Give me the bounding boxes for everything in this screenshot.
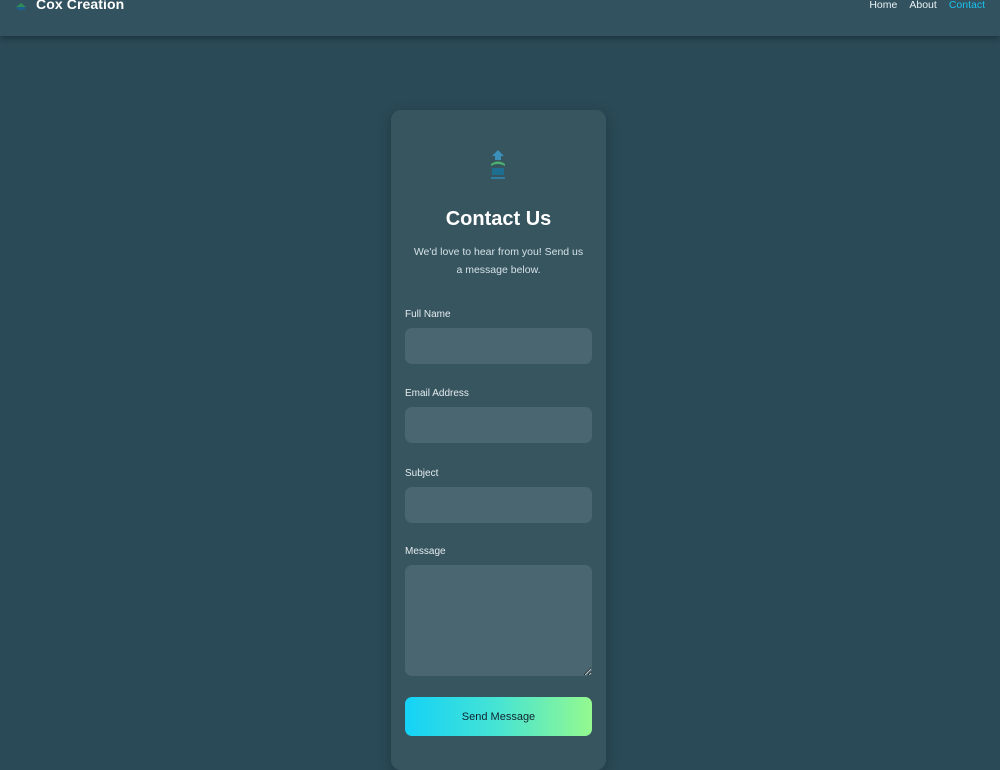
message-label: Message [405,546,446,557]
full-name-label: Full Name [405,309,451,320]
contact-card: Contact Us We'd love to hear from you! S… [391,110,606,770]
send-message-button[interactable]: Send Message [405,697,592,736]
cox-creation-logo-icon [16,3,26,10]
brand-name: Cox Creation [36,0,125,12]
contact-subtitle: We'd love to hear from you! Send us a me… [413,246,584,276]
nav-link-home[interactable]: Home [869,0,897,11]
main-nav: Home About Contact [869,0,985,11]
nav-link-contact[interactable]: Contact [949,0,985,11]
message-textarea[interactable] [405,565,592,676]
brand-home-link[interactable]: Cox Creation [14,0,124,12]
nav-link-about[interactable]: About [909,0,936,11]
full-name-input[interactable] [405,328,592,364]
email-input[interactable] [405,407,592,443]
cox-creation-logo-icon [491,150,505,179]
subject-input[interactable] [405,487,592,523]
top-navbar: Cox Creation Home About Contact [0,0,1000,36]
email-label: Email Address [405,388,469,399]
subject-label: Subject [405,468,439,479]
contact-title: Contact Us [445,208,552,230]
